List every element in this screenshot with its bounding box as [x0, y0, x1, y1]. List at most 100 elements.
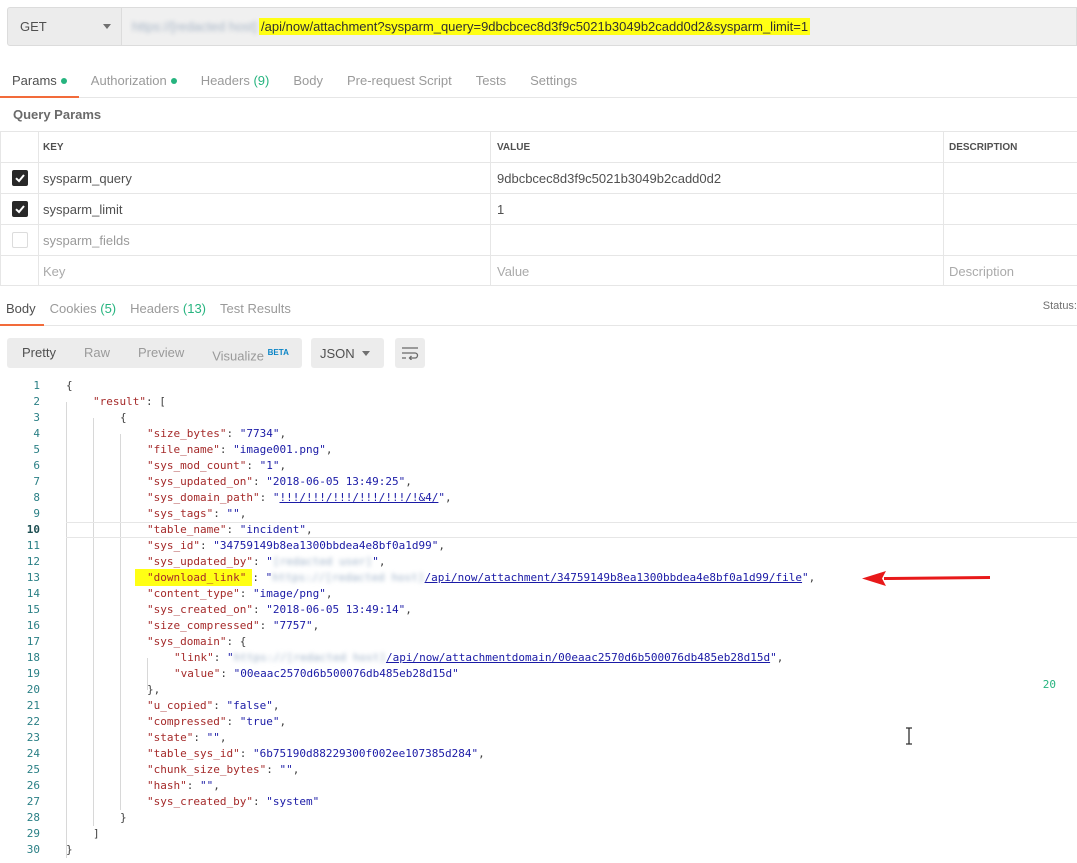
view-pretty-button[interactable]: Pretty — [7, 338, 69, 368]
param-description[interactable] — [944, 225, 1077, 255]
line-number: 2 — [33, 395, 40, 408]
wrap-lines-button[interactable] — [395, 338, 425, 368]
code-line: 6 "sys_mod_count": "1", — [0, 458, 1077, 474]
json-punct: : — [252, 475, 267, 488]
json-key: "table_sys_id" — [147, 747, 240, 760]
chevron-down-icon — [362, 350, 370, 356]
line-number: 24 — [26, 747, 40, 760]
param-key[interactable]: sysparm_fields — [39, 225, 491, 255]
view-raw-button[interactable]: Raw — [69, 338, 123, 368]
json-key: "sys_mod_count" — [147, 459, 247, 472]
param-checkbox[interactable] — [11, 201, 28, 217]
json-punct: : — [239, 587, 253, 600]
json-punct: , — [312, 619, 320, 632]
view-visualize-button[interactable]: Visualize BETA — [197, 338, 302, 368]
param-value[interactable] — [491, 225, 944, 255]
tab-test-results[interactable]: Test Results — [214, 294, 299, 325]
json-punct: , — [445, 491, 452, 504]
code-line: 1{ — [0, 378, 1077, 394]
line-content: "value": "00eaac2570d6b500076db485eb28d1… — [174, 666, 459, 682]
tab-params[interactable]: Params — [0, 66, 79, 98]
new-value-input[interactable]: Value — [491, 256, 944, 286]
beta-badge: BETA — [267, 348, 289, 357]
json-punct: , — [378, 555, 386, 568]
json-link[interactable]: /api/now/attachmentdomain/00eaac2570d6b5… — [386, 651, 770, 664]
line-content: "link": "https://[redacted host]/api/now… — [174, 650, 783, 666]
code-line: 27 "sys_created_by": "system" — [0, 794, 1077, 810]
tab-response-headers[interactable]: Headers (13) — [124, 294, 214, 325]
line-content: { — [120, 410, 127, 426]
json-link[interactable]: !!!/!!!/!!!/!!!/!!!/!&4/ — [279, 491, 438, 504]
tab-authorization[interactable]: Authorization — [79, 66, 189, 97]
line-content: "sys_created_by": "system" — [147, 794, 319, 810]
json-string: "7734" — [239, 427, 280, 440]
json-punct: : — [266, 763, 280, 776]
json-punct: , — [272, 699, 280, 712]
line-number: 16 — [26, 619, 40, 632]
line-content: }, — [147, 682, 160, 698]
response-json-view[interactable]: 1{2 "result": [3{4 "size_bytes": "7734", 5 "… — [0, 378, 1077, 858]
line-content: "u_copied": "false", — [147, 698, 279, 714]
line-number: 27 — [26, 795, 40, 808]
highlighted-key: "download_link" — [135, 569, 253, 586]
param-description[interactable] — [944, 194, 1077, 224]
json-link[interactable]: /api/now/attachment/34759149b8ea1300bbde… — [425, 571, 803, 584]
line-content: "sys_updated_on": "2018-06-05 13:49:25", — [147, 474, 412, 490]
param-value[interactable]: 1 — [491, 194, 944, 224]
json-punct: , — [438, 539, 446, 552]
param-checkbox[interactable] — [11, 170, 28, 186]
code-line: 2 "result": [ — [0, 394, 1077, 410]
new-key-input[interactable]: Key — [39, 256, 491, 286]
line-content: "chunk_size_bytes": "", — [147, 762, 299, 778]
json-punct: : — [213, 507, 227, 520]
tab-cookies[interactable]: Cookies (5) — [44, 294, 124, 325]
param-description[interactable] — [944, 163, 1077, 193]
active-dot-icon — [60, 78, 67, 84]
visualize-label: Visualize — [212, 348, 265, 364]
json-punct: , — [325, 587, 333, 600]
code-line: 23 "state": "", — [0, 730, 1077, 746]
arrow-left-icon — [862, 571, 991, 586]
view-preview-button[interactable]: Preview — [123, 338, 197, 368]
line-content: "sys_created_on": "2018-06-05 13:49:14", — [147, 602, 412, 618]
tab-label: Headers — [200, 73, 250, 88]
param-checkbox[interactable] — [11, 232, 28, 248]
json-punct: , — [478, 747, 485, 760]
json-string: " — [770, 651, 777, 664]
json-key: "state" — [147, 731, 194, 744]
line-content: "file_name": "image001.png", — [147, 442, 332, 458]
line-number: 26 — [26, 779, 40, 792]
code-line: 24 "table_sys_id": "6b75190d88229300f002e… — [0, 746, 1077, 762]
tab-headers[interactable]: Headers (9) — [189, 66, 282, 97]
tab-settings[interactable]: Settings — [518, 66, 589, 97]
view-mode-group: Pretty Raw Preview Visualize BETA — [7, 338, 302, 368]
tab-pre-request-script[interactable]: Pre-request Script — [335, 66, 464, 97]
query-params-table: KEY VALUE DESCRIPTION sysparm_query 9dbc… — [0, 131, 1077, 286]
tab-body[interactable]: Body — [281, 66, 335, 97]
format-select[interactable]: JSON — [311, 338, 384, 368]
code-line: 16 "size_compressed": "7757", — [0, 618, 1077, 634]
line-number: 28 — [26, 811, 40, 824]
param-key[interactable]: sysparm_query — [39, 163, 491, 193]
line-number: 25 — [26, 763, 40, 776]
method-select[interactable]: GET — [7, 7, 122, 46]
json-key: "compressed" — [147, 715, 227, 728]
code-line: 29] — [0, 826, 1077, 842]
param-key[interactable]: sysparm_limit — [39, 194, 491, 224]
json-punct: , — [279, 715, 287, 728]
json-punct: : — [252, 571, 266, 584]
json-string: "incident" — [239, 523, 306, 536]
new-description-input[interactable]: Description — [944, 256, 1077, 286]
table-row: sysparm_limit 1 — [0, 193, 1077, 224]
line-number: 4 — [33, 427, 40, 440]
tab-response-body[interactable]: Body — [0, 294, 44, 326]
param-value[interactable]: 9dbcbcec8d3f9c5021b3049b2cadd0d2 — [491, 163, 944, 193]
code-line: 22 "compressed": "true", — [0, 714, 1077, 730]
json-punct: ] — [93, 827, 100, 840]
url-input[interactable]: https://[redacted host] /api/now/attachm… — [122, 7, 1077, 46]
json-punct: : — [246, 459, 260, 472]
json-punct: : — [220, 667, 234, 680]
json-key: "sys_id" — [147, 539, 200, 552]
tab-tests[interactable]: Tests — [464, 66, 518, 97]
json-punct: , — [213, 779, 220, 792]
